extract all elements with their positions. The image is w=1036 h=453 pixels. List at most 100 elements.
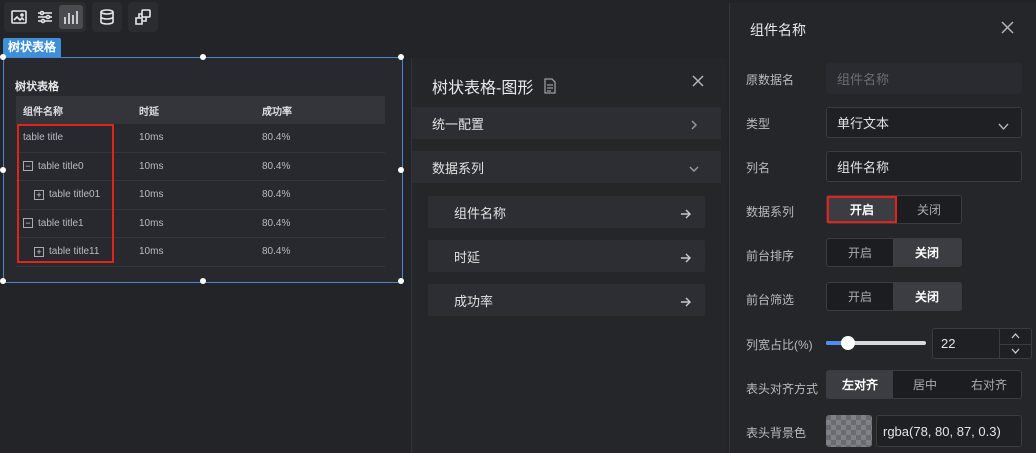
front-filter-toggle[interactable]: 开启 关闭 xyxy=(826,282,962,311)
settings-tool-button[interactable] xyxy=(33,5,57,29)
close-icon[interactable] xyxy=(691,74,705,88)
align-left-option[interactable]: 左对齐 xyxy=(827,371,893,398)
interaction-icon xyxy=(135,9,151,25)
row-rate: 80.4% xyxy=(262,217,291,229)
panel-title-text: 树状表格-图形 xyxy=(432,80,534,97)
expand-toggle-icon[interactable]: + xyxy=(34,189,44,200)
type-label: 类型 xyxy=(746,117,771,131)
stepper xyxy=(999,329,1031,358)
row-delay: 10ms xyxy=(139,217,164,229)
header-align-label: 表头对齐方式 xyxy=(746,382,819,396)
front-sort-label: 前台排序 xyxy=(746,249,795,263)
column-name-input[interactable]: 组件名称 xyxy=(826,151,1022,182)
resize-handle[interactable] xyxy=(0,278,6,284)
align-center-option[interactable]: 居中 xyxy=(893,371,957,398)
row-rate: 80.4% xyxy=(262,189,291,201)
resize-handle[interactable] xyxy=(0,167,6,173)
resize-handle[interactable] xyxy=(398,278,404,284)
row-rate: 80.4% xyxy=(262,132,291,144)
chart-tool-button[interactable] xyxy=(59,5,83,29)
section-label: 统一配置 xyxy=(432,116,485,132)
row-name: table title01 xyxy=(49,189,101,201)
canvas-toolbar xyxy=(0,0,158,34)
toolbar-group-interaction xyxy=(128,2,158,32)
arrow-right-icon xyxy=(680,251,691,263)
resize-handle[interactable] xyxy=(398,54,404,60)
resize-handle[interactable] xyxy=(0,54,6,60)
column-name-label: 列名 xyxy=(746,161,771,175)
panel-title: 组件名称 xyxy=(750,22,806,38)
column-width-input[interactable]: 22 xyxy=(932,328,1032,359)
data-series-on-option[interactable]: 开启 xyxy=(827,196,897,223)
data-series-toggle[interactable]: 开启 关闭 xyxy=(826,195,962,224)
table-row[interactable]: table title 10ms 80.4% xyxy=(16,124,385,153)
table-row[interactable]: − table title0 10ms 80.4% xyxy=(16,153,385,181)
table-row[interactable]: − table title1 10ms 80.4% xyxy=(16,210,385,238)
row-delay: 10ms xyxy=(139,132,164,144)
column-header[interactable]: 组件名称 xyxy=(16,103,139,118)
header-align-toggle[interactable]: 左对齐 居中 右对齐 xyxy=(826,370,1022,399)
sliders-icon xyxy=(38,10,52,24)
front-filter-on-option[interactable]: 开启 xyxy=(827,283,893,310)
color-swatch[interactable] xyxy=(826,415,872,447)
tree-table-widget[interactable]: 树状表格 组件名称 时延 成功率 table title 10ms 80.4% … xyxy=(0,54,404,284)
align-right-option[interactable]: 右对齐 xyxy=(957,371,1021,398)
source-name-label: 原数据名 xyxy=(746,73,795,87)
series-item-label: 成功率 xyxy=(454,293,494,309)
collapse-toggle-icon[interactable]: − xyxy=(23,218,33,229)
data-series-off-option[interactable]: 关闭 xyxy=(897,196,961,223)
row-name: table title1 xyxy=(38,217,84,229)
front-filter-label: 前台筛选 xyxy=(746,293,795,307)
series-item-component-name[interactable]: 组件名称 xyxy=(428,196,705,228)
table-header: 组件名称 时延 成功率 xyxy=(16,96,385,124)
panel-title: 树状表格-图形 xyxy=(432,74,557,98)
row-name: table title0 xyxy=(38,160,84,172)
data-source-button[interactable] xyxy=(95,5,119,29)
series-item-label: 组件名称 xyxy=(454,205,507,221)
row-delay: 10ms xyxy=(139,246,164,258)
series-item-delay[interactable]: 时延 xyxy=(428,240,705,272)
row-delay: 10ms xyxy=(139,160,164,172)
toolbar-group-main xyxy=(4,2,86,32)
toolbar-group-data xyxy=(92,2,122,32)
header-bg-color-input[interactable]: rgba(78, 80, 87, 0.3) xyxy=(876,415,1022,447)
document-icon[interactable] xyxy=(543,78,557,94)
column-header[interactable]: 成功率 xyxy=(262,103,385,118)
column-header[interactable]: 时延 xyxy=(139,103,262,118)
front-sort-on-option[interactable]: 开启 xyxy=(827,239,893,266)
series-item-success-rate[interactable]: 成功率 xyxy=(428,284,705,316)
column-config-panel: 组件名称 原数据名 组件名称 类型 单行文本 列名 组件名称 数据系列 开启 关… xyxy=(729,3,1036,453)
resize-handle[interactable] xyxy=(200,54,206,60)
front-filter-off-option[interactable]: 关闭 xyxy=(893,283,961,310)
expand-toggle-icon[interactable]: + xyxy=(34,246,44,257)
close-icon[interactable] xyxy=(1001,21,1014,34)
resize-handle[interactable] xyxy=(398,167,404,173)
decrement-button[interactable] xyxy=(1000,343,1031,359)
column-width-slider[interactable] xyxy=(826,336,926,350)
arrow-right-icon xyxy=(680,295,691,307)
row-rate: 80.4% xyxy=(262,246,291,258)
slider-knob[interactable] xyxy=(841,336,855,350)
chevron-down-icon xyxy=(998,119,1009,131)
source-name-field: 组件名称 xyxy=(826,63,1022,94)
front-sort-off-option[interactable]: 关闭 xyxy=(893,239,961,266)
image-tool-button[interactable] xyxy=(7,5,31,29)
widget-tag[interactable]: 树状表格 xyxy=(3,38,62,57)
table-row[interactable]: + table title11 10ms 80.4% xyxy=(16,238,385,267)
row-name: table title11 xyxy=(49,246,100,258)
section-unified-config[interactable]: 统一配置 xyxy=(412,107,721,139)
chevron-up-icon xyxy=(1011,333,1020,339)
section-data-series[interactable]: 数据系列 xyxy=(412,151,721,183)
chevron-right-icon xyxy=(689,118,699,130)
table-row[interactable]: + table title01 10ms 80.4% xyxy=(16,181,385,210)
interaction-button[interactable] xyxy=(131,5,155,29)
column-width-label: 列宽占比(%) xyxy=(746,338,813,352)
data-series-label: 数据系列 xyxy=(746,205,795,219)
column-width-value: 22 xyxy=(941,336,956,351)
resize-handle[interactable] xyxy=(200,278,206,284)
collapse-toggle-icon[interactable]: − xyxy=(23,161,33,172)
type-select[interactable]: 单行文本 xyxy=(826,107,1022,138)
section-label: 数据系列 xyxy=(432,160,485,176)
front-sort-toggle[interactable]: 开启 关闭 xyxy=(826,238,962,267)
increment-button[interactable] xyxy=(1000,329,1031,344)
